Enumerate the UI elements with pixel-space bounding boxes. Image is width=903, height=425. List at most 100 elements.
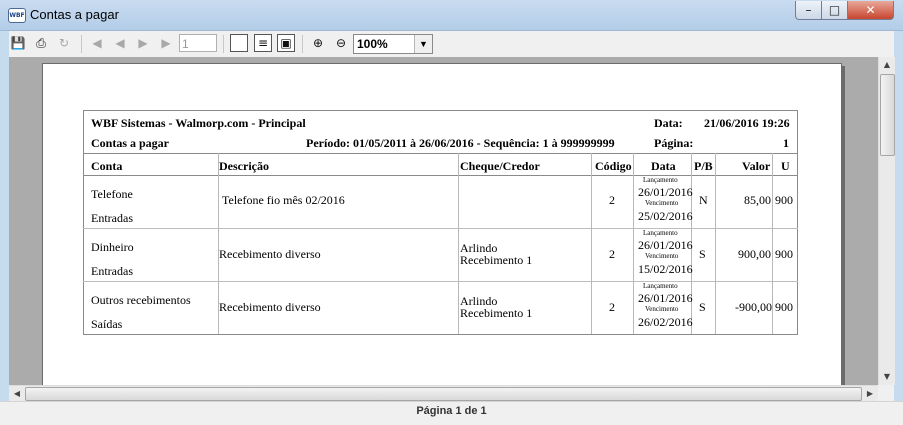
vertical-scrollbar[interactable]: ▲ ▼ (878, 57, 895, 385)
title-bar: WBF Contas a pagar – □ ✕ (0, 0, 903, 31)
save-button[interactable]: 💾 (9, 34, 27, 52)
zoom-in-icon: ⊕ (312, 36, 324, 50)
cell-descricao: Recebimento diverso (219, 300, 321, 314)
refresh-button[interactable]: ↻ (55, 34, 73, 52)
report-viewport: WBF Sistemas - Walmorp.com - Principal D… (9, 57, 878, 385)
app-icon: WBF (8, 8, 26, 23)
scroll-up-button[interactable]: ▲ (879, 57, 895, 73)
report-page: WBF Sistemas - Walmorp.com - Principal D… (42, 63, 842, 385)
cell-conta: Telefone (91, 187, 133, 201)
horizontal-scroll-thumb[interactable] (25, 387, 862, 401)
save-icon: 💾 (10, 36, 26, 50)
toolbar-separator (302, 35, 303, 53)
window-frame-right (894, 31, 903, 401)
cell-conta-type: Saídas (91, 317, 123, 331)
cell-vencimento-label: Vencimento (645, 199, 679, 207)
column-header-valor: Valor (742, 159, 771, 173)
date-value: 21/06/2016 19:26 (704, 116, 790, 130)
report-title: Contas a pagar (91, 136, 170, 150)
maximize-button[interactable]: □ (821, 1, 848, 20)
column-header-cheque: Cheque/Credor (460, 159, 540, 173)
window-frame-left (0, 31, 9, 401)
minimize-button[interactable]: – (795, 1, 822, 20)
scroll-right-button[interactable]: ▶ (862, 386, 878, 402)
next-page-icon: ▶ (138, 36, 148, 50)
horizontal-scrollbar[interactable]: ◀ ▶ (9, 385, 878, 402)
cell-u: 900 (775, 247, 793, 261)
cell-codigo: 2 (609, 193, 615, 207)
print-button[interactable]: ⎙ (32, 34, 50, 52)
cell-vencimento-label: Vencimento (645, 305, 679, 313)
cell-vencimento-date: 25/02/2016 (638, 209, 693, 223)
single-page-button[interactable] (230, 34, 248, 52)
cell-conta: Outros recebimentos (91, 293, 191, 307)
column-header-codigo: Código (595, 159, 632, 173)
cell-descricao: Telefone fio mês 02/2016 (222, 193, 345, 207)
page-value: 1 (783, 136, 789, 150)
chevron-down-icon[interactable]: ▼ (414, 35, 432, 53)
cell-lancamento-label: Lançamento (643, 176, 678, 184)
table-bottom-rule (83, 334, 798, 335)
page-count-status: Página 1 de 1 (416, 405, 487, 417)
maximize-icon: □ (828, 3, 841, 17)
cell-lancamento-date: 26/01/2016 (638, 238, 693, 252)
cell-pb: S (699, 247, 706, 261)
close-button[interactable]: ✕ (847, 1, 894, 20)
chevron-down-icon: ▼ (883, 372, 891, 381)
fit-width-button[interactable]: ≡ (254, 34, 272, 52)
cell-cheque-detail: Recebimento 1 (460, 306, 533, 320)
cell-valor: -900,00 (735, 300, 772, 314)
cell-valor: 85,00 (744, 193, 771, 207)
next-page-button[interactable]: ▶ (134, 34, 152, 52)
previous-page-button[interactable]: ◀ (111, 34, 129, 52)
cell-pb: N (699, 193, 708, 207)
last-page-button[interactable]: ▶ (157, 34, 175, 52)
column-header-conta: Conta (91, 159, 123, 173)
multi-page-button[interactable]: ▣ (277, 34, 295, 52)
zoom-in-button[interactable]: ⊕ (309, 34, 327, 52)
toolbar-separator (223, 35, 224, 53)
scroll-down-button[interactable]: ▼ (879, 369, 895, 385)
cell-pb: S (699, 300, 706, 314)
chevron-up-icon: ▲ (883, 60, 891, 69)
column-divider (591, 153, 592, 334)
cell-lancamento-date: 26/01/2016 (638, 291, 693, 305)
column-header-pb: P/B (694, 159, 713, 173)
toolbar-separator (81, 35, 82, 53)
fit-width-icon: ≡ (257, 36, 269, 50)
cell-conta: Dinheiro (91, 240, 134, 254)
page-number-input[interactable]: 1 (179, 34, 217, 52)
window-title: Contas a pagar (30, 7, 119, 22)
column-divider (633, 153, 634, 334)
chevron-left-icon: ◀ (13, 389, 21, 398)
cell-vencimento-label: Vencimento (645, 252, 679, 260)
refresh-icon: ↻ (58, 36, 70, 50)
vertical-scroll-thumb[interactable] (880, 74, 895, 156)
zoom-select[interactable]: 100% ▼ (353, 34, 433, 54)
cell-descricao: Recebimento diverso (219, 247, 321, 261)
first-page-button[interactable]: ◀ (88, 34, 106, 52)
cell-codigo: 2 (609, 247, 615, 261)
cell-lancamento-label: Lançamento (643, 282, 678, 290)
report-period: Período: 01/05/2011 à 26/06/2016 - Sequê… (306, 136, 615, 150)
preview-toolbar: 💾 ⎙ ↻ ◀ ◀ ▶ ▶ 1 ≡ ▣ ⊕ ⊖ 100% ▼ (0, 31, 903, 58)
column-header-data: Data (651, 159, 676, 173)
column-header-descricao: Descrição (219, 159, 269, 173)
zoom-value: 100% (357, 37, 388, 51)
scroll-left-button[interactable]: ◀ (9, 386, 25, 402)
cell-cheque-detail: Recebimento 1 (460, 253, 533, 267)
previous-page-icon: ◀ (115, 36, 125, 50)
cell-codigo: 2 (609, 300, 615, 314)
cell-conta-type: Entradas (91, 211, 133, 225)
last-page-icon: ▶ (161, 36, 171, 50)
table-border-left (83, 110, 84, 334)
close-icon: ✕ (865, 3, 876, 17)
chevron-right-icon: ▶ (866, 389, 874, 398)
column-divider (458, 153, 459, 334)
minimize-icon: – (805, 3, 812, 17)
scroll-corner (878, 385, 894, 402)
column-header-u: U (781, 159, 790, 173)
cell-u: 900 (775, 193, 793, 207)
print-icon: ⎙ (36, 36, 46, 50)
zoom-out-button[interactable]: ⊖ (332, 34, 350, 52)
